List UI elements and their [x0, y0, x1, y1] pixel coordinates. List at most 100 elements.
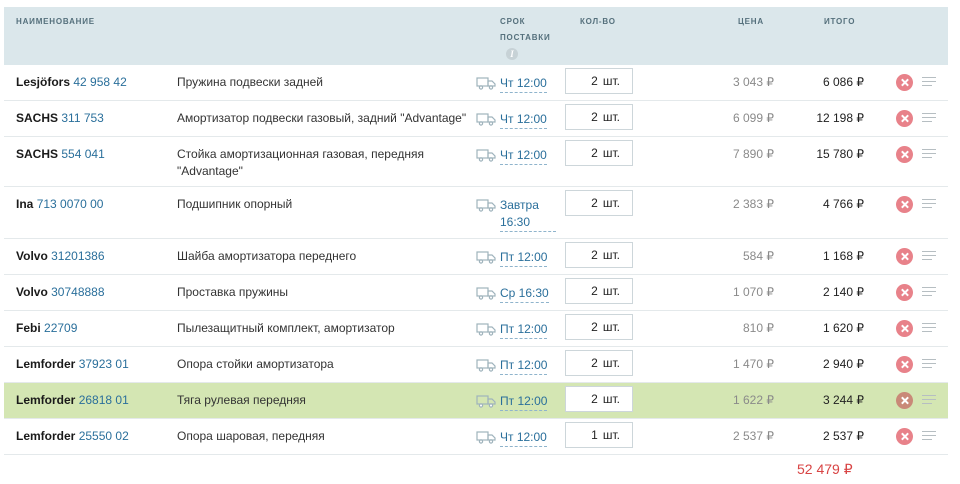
- truck-icon: [476, 112, 496, 126]
- row-total: 2 537 ₽: [823, 429, 864, 443]
- delivery-term-link[interactable]: Чт 12:00: [500, 429, 547, 447]
- drag-handle-icon[interactable]: [922, 323, 936, 333]
- quantity-unit: шт.: [602, 146, 620, 160]
- delivery-term-link[interactable]: Чт 12:00: [500, 147, 547, 165]
- delivery-cell: Пт 12:00: [476, 392, 556, 411]
- article-link[interactable]: 25550 02: [79, 429, 129, 443]
- quantity-value: 2: [591, 320, 598, 334]
- delivery-term-link[interactable]: Пт 12:00: [500, 393, 548, 411]
- quantity-input[interactable]: 2 шт.: [565, 242, 633, 268]
- quantity-unit: шт.: [602, 392, 620, 406]
- brand-name: Lemforder: [16, 393, 76, 407]
- row-total: 1 620 ₽: [823, 321, 864, 335]
- article-link[interactable]: 713 0070 00: [37, 197, 104, 211]
- brand-name: Febi: [16, 321, 41, 335]
- table-row: Ina 713 0070 00 Подшипник опорный Завтра 1…: [4, 187, 948, 239]
- quantity-unit: шт.: [602, 428, 620, 442]
- article-link[interactable]: 31201386: [51, 249, 104, 263]
- article-link[interactable]: 26818 01: [79, 393, 129, 407]
- product-name: Амортизатор подвески газовый, задний "Ad…: [177, 111, 467, 125]
- info-icon[interactable]: i: [506, 48, 518, 60]
- article-link[interactable]: 554 041: [61, 147, 104, 161]
- drag-handle-icon[interactable]: [922, 113, 936, 123]
- brand-cell: Lemforder 25550 02: [16, 428, 176, 445]
- delivery-term-link[interactable]: Завтра 16:30: [500, 197, 556, 232]
- quantity-input[interactable]: 2 шт.: [565, 314, 633, 340]
- brand-cell: Febi 22709: [16, 320, 176, 337]
- close-circle-icon[interactable]: [896, 320, 913, 337]
- quantity-input[interactable]: 2 шт.: [565, 104, 633, 130]
- delivery-cell: Пт 12:00: [476, 248, 556, 267]
- quantity-input[interactable]: 2 шт.: [565, 350, 633, 376]
- article-link[interactable]: 42 958 42: [73, 75, 126, 89]
- drag-handle-icon[interactable]: [922, 149, 936, 159]
- product-name: Пылезащитный комплект, амортизатор: [177, 321, 395, 335]
- close-circle-icon[interactable]: [896, 196, 913, 213]
- delivery-term-link[interactable]: Пт 12:00: [500, 321, 548, 339]
- delivery-cell: Ср 16:30: [476, 284, 556, 303]
- close-circle-icon[interactable]: [896, 110, 913, 127]
- article-link[interactable]: 37923 01: [79, 357, 129, 371]
- row-total: 12 198 ₽: [816, 111, 864, 125]
- product-name: Подшипник опорный: [177, 197, 293, 211]
- truck-icon: [476, 198, 496, 212]
- quantity-value: 2: [591, 392, 598, 406]
- brand-cell: SACHS 554 041: [16, 146, 176, 163]
- quantity-input[interactable]: 2 шт.: [565, 68, 633, 94]
- quantity-value: 2: [591, 248, 598, 262]
- product-name: Опора шаровая, передняя: [177, 429, 325, 443]
- grand-total: 52 479 ₽: [797, 461, 853, 477]
- close-circle-icon[interactable]: [896, 74, 913, 91]
- delivery-cell: Чт 12:00: [476, 146, 556, 165]
- drag-handle-icon[interactable]: [922, 287, 936, 297]
- drag-handle-icon[interactable]: [922, 395, 936, 405]
- quantity-input[interactable]: 2 шт.: [565, 278, 633, 304]
- header-qty: КОЛ-ВО: [580, 17, 616, 26]
- article-link[interactable]: 22709: [44, 321, 77, 335]
- brand-name: SACHS: [16, 111, 59, 125]
- delivery-term-link[interactable]: Чт 12:00: [500, 75, 547, 93]
- table-row: Lemforder 25550 02 Опора шаровая, передня…: [4, 419, 948, 455]
- quantity-value: 2: [591, 196, 598, 210]
- quantity-input[interactable]: 2 шт.: [565, 190, 633, 216]
- product-name: Шайба амортизатора переднего: [177, 249, 357, 263]
- quantity-input[interactable]: 1 шт.: [565, 422, 633, 448]
- truck-icon: [476, 358, 496, 372]
- drag-handle-icon[interactable]: [922, 77, 936, 87]
- drag-handle-icon[interactable]: [922, 199, 936, 209]
- delivery-term-link[interactable]: Ср 16:30: [500, 285, 549, 303]
- price: 1 622 ₽: [733, 393, 774, 407]
- article-link[interactable]: 30748888: [51, 285, 104, 299]
- quantity-input[interactable]: 2 шт.: [565, 140, 633, 166]
- delivery-term-link[interactable]: Пт 12:00: [500, 249, 548, 267]
- header-term-label: СРОК ПОСТАВКИ: [500, 17, 551, 42]
- close-circle-icon[interactable]: [896, 146, 913, 163]
- table-row: Lesjöfors 42 958 42 Пружина подвески задн…: [4, 65, 948, 101]
- product-name: Стойка амортизационная газовая, передняя…: [177, 147, 424, 178]
- brand-cell: SACHS 311 753: [16, 110, 176, 127]
- quantity-unit: шт.: [602, 196, 620, 210]
- brand-cell: Lemforder 37923 01: [16, 356, 176, 373]
- row-total: 6 086 ₽: [823, 75, 864, 89]
- quantity-input[interactable]: 2 шт.: [565, 386, 633, 412]
- close-circle-icon[interactable]: [896, 284, 913, 301]
- quantity-value: 2: [591, 146, 598, 160]
- table-row: Lemforder 37923 01 Опора стойки амортизат…: [4, 347, 948, 383]
- close-circle-icon[interactable]: [896, 356, 913, 373]
- brand-name: Lesjöfors: [16, 75, 71, 89]
- row-total: 3 244 ₽: [823, 393, 864, 407]
- close-circle-icon[interactable]: [896, 428, 913, 445]
- table-row: Volvo 30748888 Проставка пружины Ср 16:30 2…: [4, 275, 948, 311]
- product-name: Проставка пружины: [177, 285, 289, 299]
- close-circle-icon[interactable]: [896, 392, 913, 409]
- drag-handle-icon[interactable]: [922, 431, 936, 441]
- drag-handle-icon[interactable]: [922, 359, 936, 369]
- table-row: Volvo 31201386 Шайба амортизатора передне…: [4, 239, 948, 275]
- close-circle-icon[interactable]: [896, 248, 913, 265]
- delivery-term-link[interactable]: Чт 12:00: [500, 111, 547, 129]
- drag-handle-icon[interactable]: [922, 251, 936, 261]
- price: 3 043 ₽: [733, 75, 774, 89]
- delivery-term-link[interactable]: Пт 12:00: [500, 357, 548, 375]
- article-link[interactable]: 311 753: [61, 111, 104, 125]
- cart-table: НАИМЕНОВАНИЕ СРОК ПОСТАВКИ i КОЛ-ВО ЦЕНА…: [4, 7, 948, 455]
